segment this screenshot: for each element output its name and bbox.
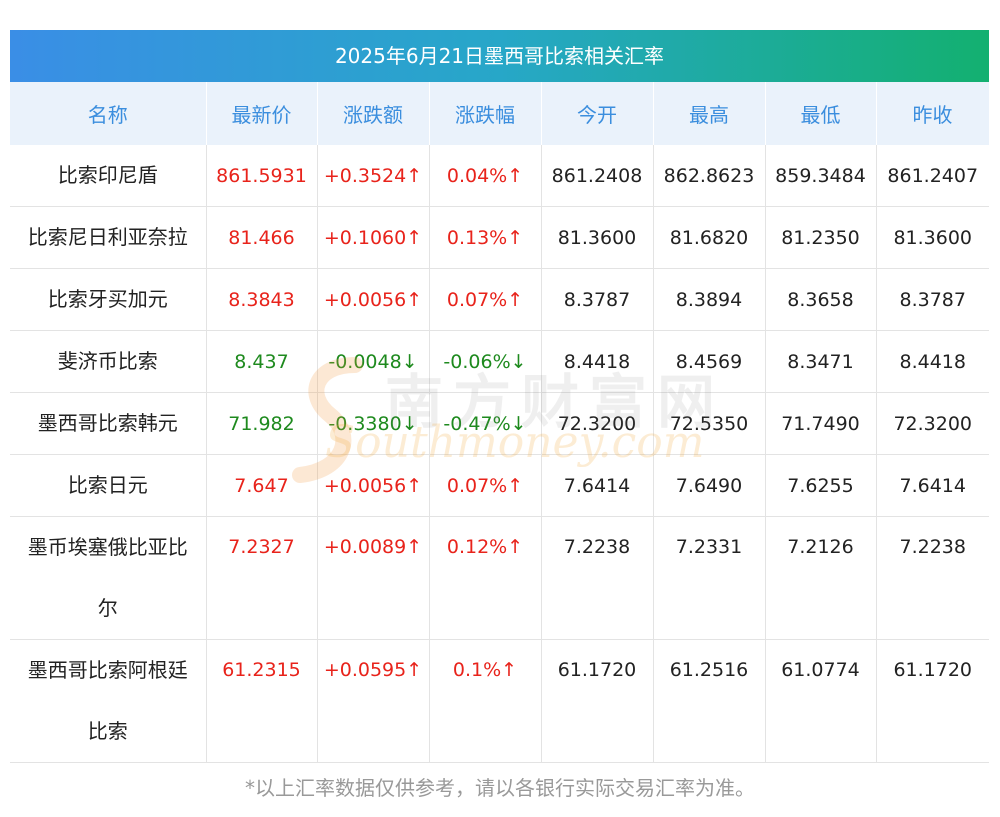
change-pct: -0.47%↓ — [429, 392, 542, 455]
low-price: 7.6255 — [765, 454, 877, 517]
table-row: 斐济币比索 8.437 -0.0048↓ -0.06%↓ 8.4418 8.4569 8.3… — [10, 330, 989, 393]
low-price: 8.3471 — [765, 330, 877, 393]
change-amount: +0.1060↑ — [317, 206, 430, 269]
rate-table: 名称 最新价 涨跌额 涨跌幅 今开 最高 最低 昨收 比索印尼盾 861.5931… — [10, 82, 990, 763]
high-price: 61.2516 — [653, 639, 766, 763]
header-open: 今开 — [541, 82, 654, 145]
low-price: 71.7490 — [765, 392, 877, 455]
change-amount: +0.0595↑ — [317, 639, 430, 763]
change-amount: +0.0056↑ — [317, 268, 430, 331]
open-price: 72.3200 — [541, 392, 654, 455]
change-pct: 0.07%↑ — [429, 268, 542, 331]
open-price: 7.2238 — [541, 516, 654, 640]
high-price: 862.8623 — [653, 145, 766, 207]
change-amount: +0.0056↑ — [317, 454, 430, 517]
change-amount: -0.3380↓ — [317, 392, 430, 455]
currency-pair-name: 墨西哥比索阿根廷 比索 — [10, 639, 207, 763]
header-low: 最低 — [765, 82, 877, 145]
open-price: 861.2408 — [541, 145, 654, 207]
change-pct: 0.12%↑ — [429, 516, 542, 640]
change-amount: +0.0089↑ — [317, 516, 430, 640]
open-price: 8.4418 — [541, 330, 654, 393]
currency-pair-name: 比索印尼盾 — [10, 145, 207, 207]
latest-price: 8.437 — [206, 330, 318, 393]
change-pct: 0.07%↑ — [429, 454, 542, 517]
table-row: 墨西哥比索韩元 71.982 -0.3380↓ -0.47%↓ 72.3200 72.53… — [10, 392, 989, 455]
prev-close: 7.2238 — [876, 516, 989, 640]
currency-pair-name: 墨币埃塞俄比亚比尔 — [10, 516, 207, 640]
latest-price: 7.647 — [206, 454, 318, 517]
currency-pair-name: 比索牙买加元 — [10, 268, 207, 331]
header-prev: 昨收 — [876, 82, 990, 145]
prev-close: 7.6414 — [876, 454, 989, 517]
latest-price: 61.2315 — [206, 639, 318, 763]
header-latest: 最新价 — [206, 82, 318, 145]
table-title: 2025年6月21日墨西哥比索相关汇率 — [10, 30, 989, 82]
table-row: 比索尼日利亚奈拉 81.466 +0.1060↑ 0.13%↑ 81.3600 81.68… — [10, 206, 989, 269]
prev-close: 81.3600 — [876, 206, 989, 269]
header-pct: 涨跌幅 — [429, 82, 542, 145]
low-price: 61.0774 — [765, 639, 877, 763]
header-name: 名称 — [10, 82, 207, 145]
prev-close: 72.3200 — [876, 392, 989, 455]
high-price: 7.2331 — [653, 516, 766, 640]
low-price: 859.3484 — [765, 145, 877, 207]
high-price: 7.6490 — [653, 454, 766, 517]
change-pct: 0.04%↑ — [429, 145, 542, 207]
high-price: 81.6820 — [653, 206, 766, 269]
currency-pair-name: 比索日元 — [10, 454, 207, 517]
currency-pair-name: 斐济币比索 — [10, 330, 207, 393]
change-pct: 0.13%↑ — [429, 206, 542, 269]
open-price: 8.3787 — [541, 268, 654, 331]
latest-price: 861.5931 — [206, 145, 318, 207]
change-pct: -0.06%↓ — [429, 330, 542, 393]
open-price: 61.1720 — [541, 639, 654, 763]
header-high: 最高 — [653, 82, 766, 145]
prev-close: 61.1720 — [876, 639, 989, 763]
header-change: 涨跌额 — [317, 82, 430, 145]
table-row: 比索印尼盾 861.5931 +0.3524↑ 0.04%↑ 861.2408 862.8… — [10, 145, 989, 207]
rate-table-container: 2025年6月21日墨西哥比索相关汇率 名称 最新价 涨跌额 涨跌幅 今开 最高… — [10, 30, 990, 763]
latest-price: 71.982 — [206, 392, 318, 455]
change-pct: 0.1%↑ — [429, 639, 542, 763]
change-amount: -0.0048↓ — [317, 330, 430, 393]
table-row: 比索牙买加元 8.3843 +0.0056↑ 0.07%↑ 8.3787 8.3894 8.… — [10, 268, 989, 331]
high-price: 8.3894 — [653, 268, 766, 331]
table-header-row: 名称 最新价 涨跌额 涨跌幅 今开 最高 最低 昨收 — [10, 82, 990, 145]
low-price: 7.2126 — [765, 516, 877, 640]
latest-price: 7.2327 — [206, 516, 318, 640]
open-price: 7.6414 — [541, 454, 654, 517]
low-price: 8.3658 — [765, 268, 877, 331]
footnote: *以上汇率数据仅供参考，请以各银行实际交易汇率为准。 — [245, 776, 755, 800]
table-row: 比索日元 7.647 +0.0056↑ 0.07%↑ 7.6414 7.6490 7.625… — [10, 454, 989, 517]
open-price: 81.3600 — [541, 206, 654, 269]
latest-price: 8.3843 — [206, 268, 318, 331]
currency-pair-name: 墨西哥比索韩元 — [10, 392, 207, 455]
change-amount: +0.3524↑ — [317, 145, 430, 207]
high-price: 72.5350 — [653, 392, 766, 455]
high-price: 8.4569 — [653, 330, 766, 393]
table-row: 墨西哥比索阿根廷 比索 61.2315 +0.0595↑ 0.1%↑ 61.1720 61.… — [10, 639, 989, 763]
table-row: 墨币埃塞俄比亚比尔 7.2327 +0.0089↑ 0.12%↑ 7.2238 7.233… — [10, 516, 989, 640]
low-price: 81.2350 — [765, 206, 877, 269]
prev-close: 861.2407 — [876, 145, 989, 207]
latest-price: 81.466 — [206, 206, 318, 269]
currency-pair-name: 比索尼日利亚奈拉 — [10, 206, 207, 269]
prev-close: 8.4418 — [876, 330, 989, 393]
prev-close: 8.3787 — [876, 268, 989, 331]
